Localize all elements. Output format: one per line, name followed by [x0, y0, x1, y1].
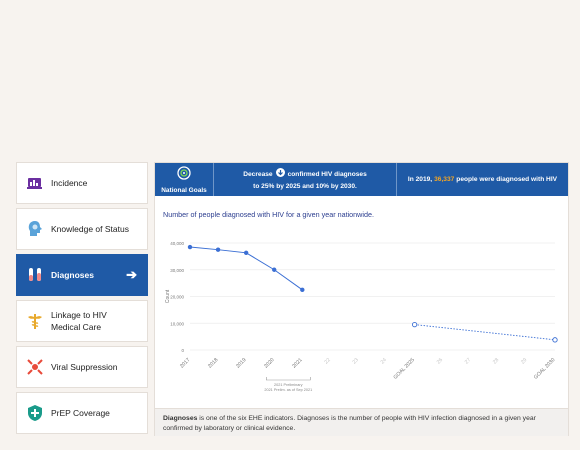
medical-caduceus-icon: [25, 311, 45, 331]
sidebar-item-label: PrEP Coverage: [51, 408, 110, 418]
arrow-right-icon: ➔: [126, 267, 137, 282]
sidebar-item-diagnoses[interactable]: Diagnoses ➔: [16, 254, 148, 296]
sidebar-item-linkage-to-care[interactable]: Linkage to HIV Medical Care: [16, 300, 148, 342]
annotation-label: 2021 Preliminary: [274, 383, 303, 387]
goal-prefix: Decrease: [243, 170, 273, 178]
description-term: Diagnoses: [163, 415, 198, 422]
x-tick-label: 26: [436, 357, 444, 365]
x-tick-label: 29: [520, 357, 528, 365]
stat-prefix: In 2019,: [407, 176, 433, 183]
y-tick-label: 0: [181, 348, 184, 353]
goal-point: [552, 337, 558, 343]
goal-suffix: confirmed HIV diagnoses: [287, 170, 367, 178]
data-point: [187, 244, 193, 250]
x-tick-label: 2017: [179, 357, 191, 369]
sidebar-item-prep-coverage[interactable]: PrEP Coverage: [16, 392, 148, 434]
stat-statement: In 2019, 36,337 people were diagnosed wi…: [397, 163, 568, 196]
x-tick-label: 22: [323, 357, 331, 365]
diagnoses-chart: 0 10,000 20,000 30,000 40,000 Count 2017 2018 20…: [165, 241, 558, 392]
head-icon: [25, 219, 45, 239]
x-tick-label: 23: [352, 357, 360, 365]
target-icon: [177, 165, 191, 185]
goal-line: [414, 324, 556, 341]
national-goals-block: National Goals: [155, 163, 214, 196]
goal-point: [411, 321, 418, 328]
x-tick-label: GOAL 2030: [533, 357, 557, 381]
national-goals-label: National Goals: [161, 186, 207, 194]
x-tick-label: 2021: [291, 357, 303, 369]
test-tubes-icon: [25, 265, 45, 285]
annotation-label: 2021 Prelim. as of Sep 2021: [264, 388, 312, 392]
sidebar-item-label: Knowledge of Status: [51, 224, 129, 234]
label-line-2: Medical Care: [51, 322, 102, 332]
goal-line-2: to 25% by 2025 and 10% by 2030.: [253, 182, 357, 190]
incidence-icon: [25, 173, 45, 193]
sidebar-item-label: Diagnoses: [51, 270, 94, 280]
x-tick-label: 2019: [235, 357, 247, 369]
sidebar-item-viral-suppression[interactable]: Viral Suppression: [16, 346, 148, 388]
virus-icon: [25, 357, 45, 377]
data-point: [272, 267, 277, 272]
data-point: [300, 287, 305, 293]
down-arrow-icon: [275, 167, 285, 181]
x-tick-label: 27: [464, 357, 472, 365]
x-tick-label: 28: [492, 357, 500, 365]
diagnoses-panel: National Goals Decrease confirmed HIV di…: [154, 162, 569, 436]
stat-suffix: people were diagnosed with HIV: [456, 176, 558, 183]
sidebar-item-incidence[interactable]: Incidence: [16, 162, 148, 204]
x-tick-label: GOAL 2025: [393, 357, 417, 381]
y-tick-label: 20,000: [170, 295, 184, 300]
sidebar-item-label: Linkage to HIV Medical Care: [51, 309, 107, 333]
annotation-bracket: [266, 377, 311, 381]
x-tick-label: 24: [380, 357, 388, 365]
sidebar-item-label: Viral Suppression: [51, 362, 118, 372]
sidebar-item-knowledge-of-status[interactable]: Knowledge of Status: [16, 208, 148, 250]
shield-plus-icon: [25, 403, 45, 423]
sidebar-item-label: Incidence: [51, 178, 88, 188]
chart-subtitle: Number of people diagnosed with HIV for …: [163, 210, 374, 219]
data-point: [215, 247, 221, 252]
indicator-description: Diagnoses is one of the six EHE indicato…: [155, 408, 568, 436]
y-axis-label: Count: [165, 289, 171, 303]
y-tick-label: 10,000: [170, 321, 184, 326]
data-point: [243, 250, 249, 255]
y-tick-label: 30,000: [170, 268, 184, 273]
goal-statement: Decrease confirmed HIV diagnoses to 25% …: [214, 163, 397, 196]
description-text: is one of the six EHE indicators. Diagno…: [163, 415, 536, 432]
stat-value: 36,337: [434, 176, 455, 183]
x-tick-label: 2020: [263, 357, 275, 369]
label-line-1: Linkage to HIV: [51, 310, 107, 320]
x-tick-label: 2018: [207, 357, 219, 369]
goals-banner: National Goals Decrease confirmed HIV di…: [155, 163, 568, 196]
y-tick-label: 40,000: [170, 241, 184, 246]
